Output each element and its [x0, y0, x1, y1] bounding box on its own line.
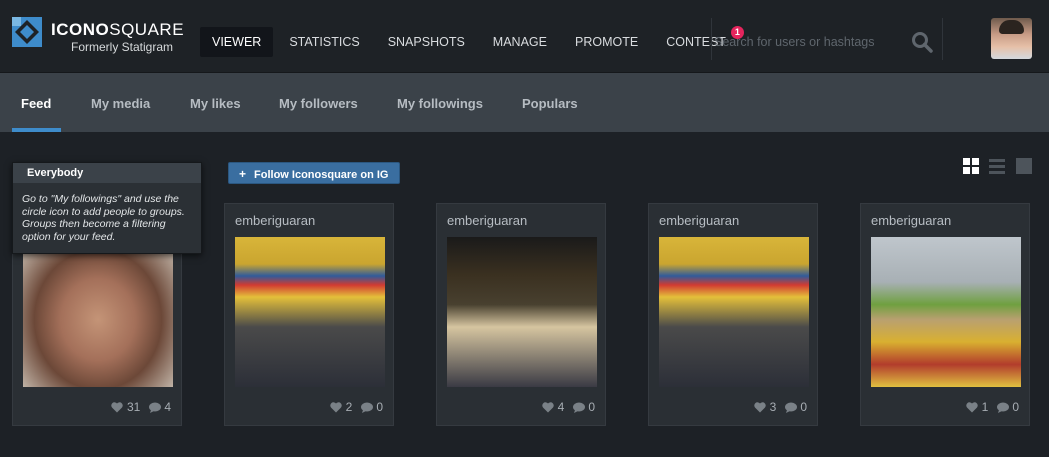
likes-count: 1: [981, 400, 989, 414]
tab-populars[interactable]: Populars: [522, 73, 578, 132]
comment-icon[interactable]: [361, 402, 374, 413]
large-view-icon[interactable]: [1016, 158, 1032, 174]
media-photo[interactable]: [447, 237, 597, 387]
comment-icon[interactable]: [997, 402, 1010, 413]
search-icon[interactable]: [911, 31, 933, 53]
tooltip-title[interactable]: Everybody: [13, 163, 201, 183]
tab-my-followings[interactable]: My followings: [397, 73, 483, 132]
card-username[interactable]: emberiguaran: [871, 213, 951, 228]
nav-statistics[interactable]: STATISTICS: [277, 27, 371, 57]
comments-count: 4: [164, 400, 171, 414]
user-avatar[interactable]: [991, 18, 1032, 59]
plus-icon: +: [239, 167, 247, 181]
card-stats: 31 4: [111, 400, 171, 414]
grid-view-icon[interactable]: [963, 158, 979, 174]
comment-icon[interactable]: [149, 402, 162, 413]
comments-count: 0: [588, 400, 595, 414]
nav-promote[interactable]: PROMOTE: [563, 27, 650, 57]
heart-icon[interactable]: [541, 401, 554, 413]
brand-name: ICONOSQUARE: [51, 20, 185, 39]
list-view-icon[interactable]: [989, 158, 1005, 174]
nav-snapshots[interactable]: SNAPSHOTS: [376, 27, 477, 57]
tab-my-followers[interactable]: My followers: [279, 73, 358, 132]
brand[interactable]: ICONOSQUARE Formerly Statigram: [51, 20, 184, 54]
card-stats: 3 0: [753, 400, 807, 414]
card-stats: 4 0: [541, 400, 595, 414]
iconosquare-logo-icon[interactable]: [12, 17, 42, 47]
likes-count: 3: [769, 400, 777, 414]
nav-manage[interactable]: MANAGE: [481, 27, 559, 57]
follow-iconosquare-button[interactable]: + Follow Iconosquare on IG: [228, 162, 400, 184]
card-stats: 1 0: [965, 400, 1019, 414]
media-photo[interactable]: [23, 237, 173, 387]
tooltip-text: Go to "My followings" and use the circle…: [22, 193, 185, 243]
card-username[interactable]: emberiguaran: [447, 213, 527, 228]
media-card[interactable]: emberiguaran 3 0: [648, 203, 818, 426]
likes-count: 2: [345, 400, 353, 414]
likes-count: 4: [557, 400, 565, 414]
media-card[interactable]: emberiguaran 2 0: [224, 203, 394, 426]
comments-count: 0: [800, 400, 807, 414]
likes-count: 31: [126, 400, 141, 414]
card-username[interactable]: emberiguaran: [235, 213, 315, 228]
heart-icon[interactable]: [753, 401, 766, 413]
heart-icon[interactable]: [111, 401, 123, 413]
brand-subtitle: Formerly Statigram: [71, 40, 174, 54]
comment-icon[interactable]: [785, 402, 798, 413]
groups-tooltip: Everybody Go to "My followings" and use …: [12, 162, 202, 254]
feed-subnav: Feed My media My likes My followers My f…: [0, 73, 1049, 132]
media-photo[interactable]: [871, 237, 1021, 387]
media-card[interactable]: emberiguaran 4 0: [436, 203, 606, 426]
follow-button-label: Follow Iconosquare on IG: [254, 169, 389, 181]
tab-my-media[interactable]: My media: [91, 73, 150, 132]
media-card[interactable]: emberiguaran 1 0: [860, 203, 1030, 426]
search-input[interactable]: [714, 30, 904, 54]
media-photo[interactable]: [235, 237, 385, 387]
top-bar: ICONOSQUARE Formerly Statigram VIEWER ST…: [0, 0, 1049, 73]
comment-icon[interactable]: [573, 402, 586, 413]
heart-icon[interactable]: [329, 401, 342, 413]
heart-icon[interactable]: [965, 401, 978, 413]
comments-count: 0: [1012, 400, 1019, 414]
divider: [711, 18, 712, 60]
active-tab-indicator: [12, 128, 61, 132]
media-photo[interactable]: [659, 237, 809, 387]
main-nav: VIEWER STATISTICS SNAPSHOTS MANAGE PROMO…: [200, 26, 744, 57]
card-username[interactable]: emberiguaran: [659, 213, 739, 228]
comments-count: 0: [376, 400, 383, 414]
divider: [942, 18, 943, 60]
nav-viewer[interactable]: VIEWER: [200, 27, 274, 57]
tab-feed[interactable]: Feed: [21, 73, 51, 132]
tab-my-likes[interactable]: My likes: [190, 73, 241, 132]
card-stats: 2 0: [329, 400, 383, 414]
